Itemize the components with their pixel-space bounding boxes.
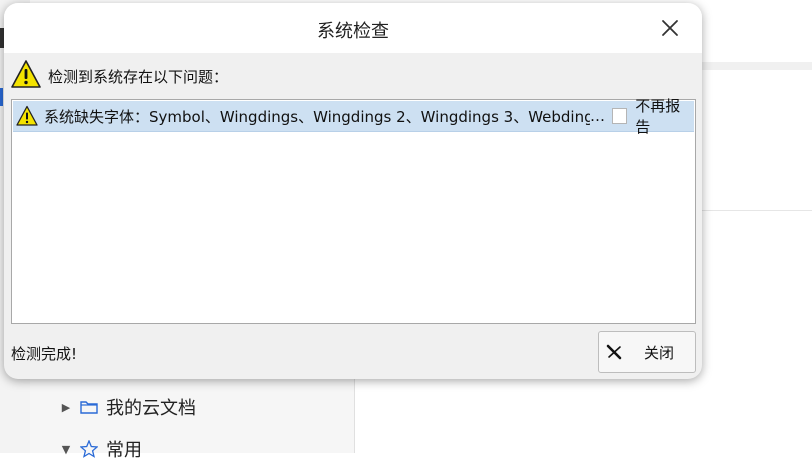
star-icon <box>80 440 98 458</box>
header-message: 检测到系统存在以下问题： <box>48 67 229 86</box>
dialog-title: 系统检查 <box>317 21 389 42</box>
dont-report-checkbox[interactable] <box>611 108 628 124</box>
close-button[interactable]: 关闭 <box>598 331 696 373</box>
issue-text: 系统缺失字体：Symbol、Wingdings、Wingdings 2、Wing… <box>44 107 590 126</box>
system-check-dialog: 系统检查 检测到系统存在以下问题： 系统缺失字体：Symbol、Wingding… <box>4 3 702 379</box>
warning-icon <box>16 105 38 127</box>
issue-list: 系统缺失字体：Symbol、Wingdings、Wingdings 2、Wing… <box>11 97 696 324</box>
close-button-label: 关闭 <box>644 343 675 362</box>
close-icon[interactable] <box>658 16 682 40</box>
background-panel <box>700 70 812 211</box>
sidebar-item-common[interactable]: ▼ 常用 <box>60 436 142 462</box>
status-text: 检测完成! <box>11 345 78 363</box>
close-x-icon <box>606 344 622 360</box>
sidebar-item-label: 常用 <box>106 440 142 461</box>
expand-arrow-icon[interactable]: ▶ <box>60 401 72 414</box>
dont-report-label[interactable]: 不再报告 <box>635 95 694 137</box>
issue-ellipsis: … <box>589 107 605 125</box>
sidebar-item-label: 我的云文档 <box>106 398 196 419</box>
warning-icon <box>10 59 42 93</box>
collapse-arrow-icon[interactable]: ▼ <box>60 443 72 456</box>
background-toolbar <box>700 14 812 70</box>
list-item[interactable]: 系统缺失字体：Symbol、Wingdings、Wingdings 2、Wing… <box>13 97 694 136</box>
left-strip-accent <box>0 88 3 106</box>
dialog-header: 检测到系统存在以下问题： <box>10 59 228 93</box>
folder-icon <box>80 399 98 415</box>
sidebar-item-my-cloud-docs[interactable]: ▶ 我的云文档 <box>60 394 196 420</box>
dialog-titlebar: 系统检查 <box>4 3 702 53</box>
